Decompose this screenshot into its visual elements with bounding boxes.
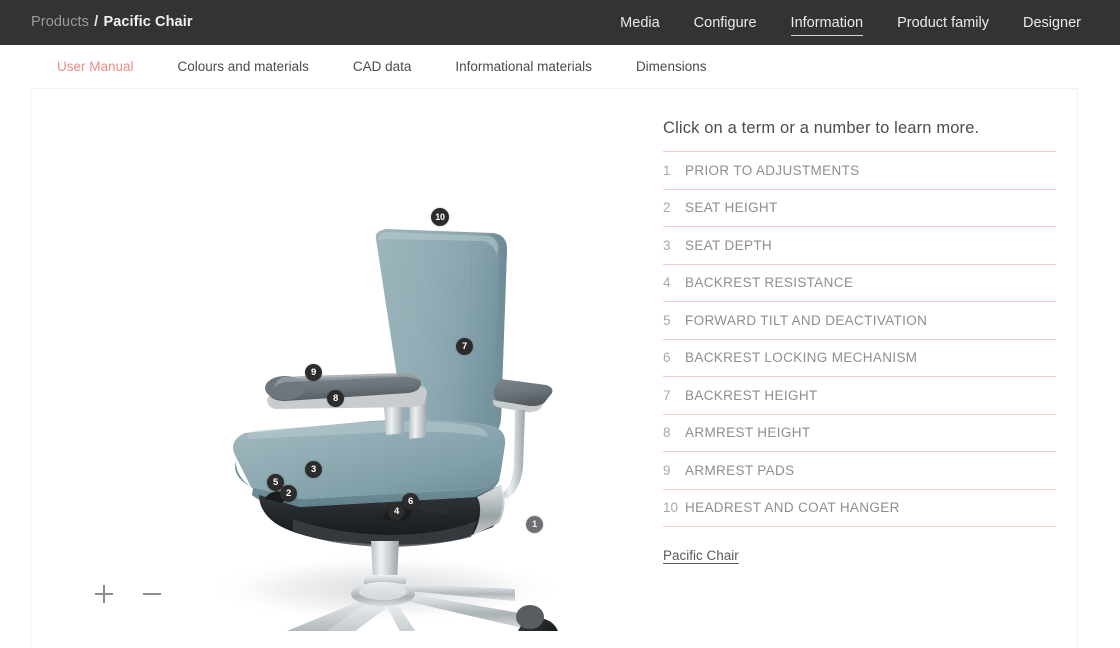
term-number: 7 <box>663 387 671 403</box>
term-label: BACKREST RESISTANCE <box>685 275 854 291</box>
term-row-3[interactable]: 3 SEAT DEPTH <box>663 227 1056 265</box>
breadcrumb-current-page: Pacific Chair <box>103 14 193 30</box>
info-column: Click on a term or a number to learn mor… <box>663 89 1079 631</box>
tab-cad-data[interactable]: CAD data <box>353 59 412 74</box>
term-row-7[interactable]: 7 BACKREST HEIGHT <box>663 377 1056 415</box>
hotspot-badge-7[interactable]: 7 <box>456 338 473 355</box>
breadcrumb-separator: / <box>94 14 99 30</box>
term-number: 4 <box>663 275 671 291</box>
zoom-controls <box>93 583 163 605</box>
breadcrumb-products-link[interactable]: Products <box>31 14 89 30</box>
primary-nav: Media Configure Information Product fami… <box>603 0 1098 45</box>
tab-colours-and-materials[interactable]: Colours and materials <box>178 59 309 74</box>
term-label: ARMREST HEIGHT <box>685 425 811 441</box>
term-label: SEAT HEIGHT <box>685 200 778 216</box>
zoom-in-button[interactable] <box>93 583 115 605</box>
nav-configure[interactable]: Configure <box>677 2 774 43</box>
term-row-1[interactable]: 1 PRIOR TO ADJUSTMENTS <box>663 152 1056 190</box>
term-row-4[interactable]: 4 BACKREST RESISTANCE <box>663 265 1056 302</box>
term-row-10[interactable]: 10 HEADREST AND COAT HANGER <box>663 490 1056 527</box>
term-label: PRIOR TO ADJUSTMENTS <box>685 162 860 178</box>
hotspot-badge-8[interactable]: 8 <box>327 390 344 407</box>
term-number: 10 <box>663 500 679 516</box>
hotspot-badge-1[interactable]: 1 <box>526 516 543 533</box>
top-header-bar: Products / Pacific Chair Media Configure… <box>0 0 1120 45</box>
term-label: SEAT DEPTH <box>685 237 773 253</box>
term-row-5[interactable]: 5 FORWARD TILT AND DEACTIVATION <box>663 302 1056 340</box>
term-row-6[interactable]: 6 BACKREST LOCKING MECHANISM <box>663 340 1056 377</box>
hotspot-badge-5[interactable]: 5 <box>267 474 284 491</box>
tab-dimensions[interactable]: Dimensions <box>636 59 707 74</box>
product-link[interactable]: Pacific Chair <box>663 548 739 563</box>
hotspot-badge-6[interactable]: 6 <box>402 493 419 510</box>
term-number: 9 <box>663 462 671 478</box>
hotspot-badge-2[interactable]: 2 <box>280 485 297 502</box>
office-chair-illustration <box>206 229 566 631</box>
zoom-out-button[interactable] <box>141 583 163 605</box>
secondary-tab-bar: User Manual Colours and materials CAD da… <box>0 45 1120 88</box>
term-label: HEADREST AND COAT HANGER <box>685 500 900 516</box>
hotspot-badge-10[interactable]: 10 <box>431 208 449 226</box>
nav-media[interactable]: Media <box>603 2 677 43</box>
product-render[interactable]: 1 2 3 4 5 6 7 8 9 10 <box>31 89 631 631</box>
nav-product-family[interactable]: Product family <box>880 2 1006 43</box>
term-row-8[interactable]: 8 ARMREST HEIGHT <box>663 415 1056 452</box>
nav-information[interactable]: Information <box>774 2 881 43</box>
term-list: 1 PRIOR TO ADJUSTMENTS 2 SEAT HEIGHT 3 S… <box>663 151 1056 527</box>
term-row-2[interactable]: 2 SEAT HEIGHT <box>663 190 1056 227</box>
nav-designer[interactable]: Designer <box>1006 2 1098 43</box>
term-label: FORWARD TILT AND DEACTIVATION <box>685 312 928 328</box>
term-label: ARMREST PADS <box>685 462 795 478</box>
product-viewer[interactable]: 1 2 3 4 5 6 7 8 9 10 <box>31 89 631 631</box>
term-row-9[interactable]: 9 ARMREST PADS <box>663 452 1056 490</box>
info-heading: Click on a term or a number to learn mor… <box>663 119 980 137</box>
hotspot-badge-9[interactable]: 9 <box>305 364 322 381</box>
tab-user-manual[interactable]: User Manual <box>57 59 134 74</box>
term-label: BACKREST HEIGHT <box>685 387 818 403</box>
term-number: 5 <box>663 312 671 328</box>
term-number: 3 <box>663 237 671 253</box>
tab-informational-materials[interactable]: Informational materials <box>455 59 592 74</box>
hotspot-badge-3[interactable]: 3 <box>305 461 322 478</box>
content-panel: 1 2 3 4 5 6 7 8 9 10 Click on a term or … <box>30 88 1078 648</box>
breadcrumb: Products / Pacific Chair <box>31 14 193 30</box>
term-number: 6 <box>663 350 671 366</box>
term-number: 2 <box>663 200 671 216</box>
term-label: BACKREST LOCKING MECHANISM <box>685 350 918 366</box>
term-number: 8 <box>663 425 671 441</box>
term-number: 1 <box>663 162 671 178</box>
